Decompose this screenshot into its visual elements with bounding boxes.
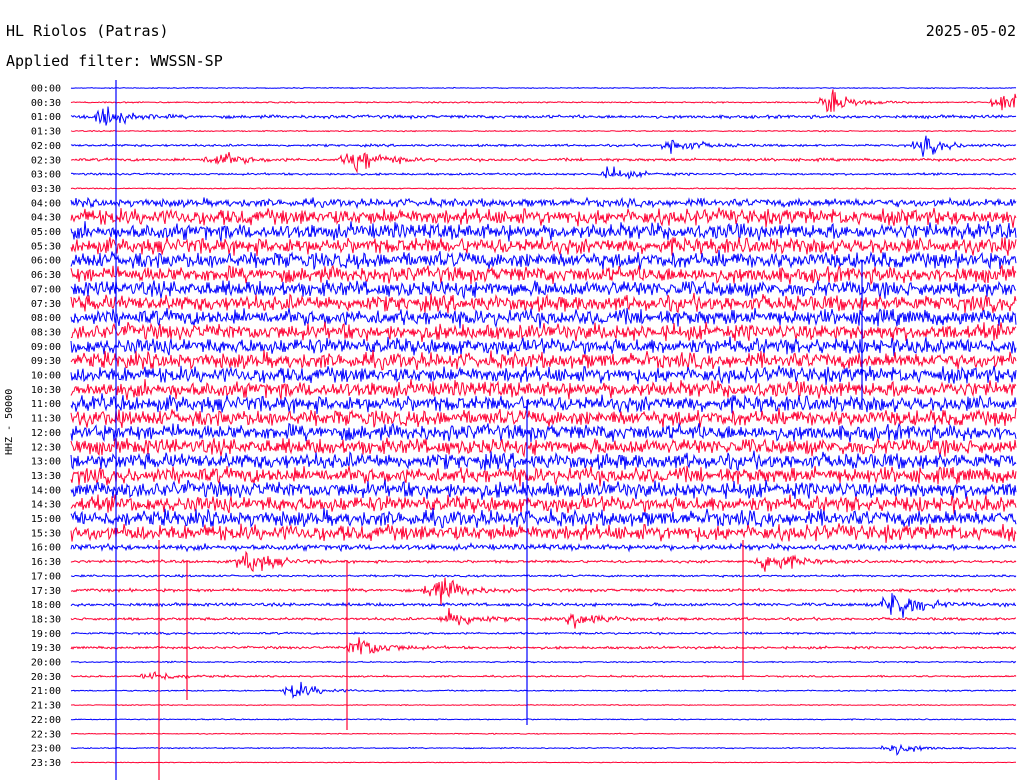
time-label: 06:30: [31, 270, 61, 281]
trace-line: [70, 523, 1017, 543]
trace-line: [70, 550, 1017, 573]
trace-line: [70, 608, 1017, 629]
trace-line: [70, 263, 1017, 286]
trace-line: [70, 573, 1017, 579]
time-label: 14:00: [31, 485, 61, 496]
trace-line: [70, 507, 1017, 529]
time-label: 18:00: [31, 600, 61, 611]
trace-line: [70, 422, 1017, 444]
time-label: 18:30: [31, 614, 61, 625]
trace-line: [70, 336, 1017, 356]
trace-line: [70, 135, 1017, 157]
time-label: 07:00: [31, 284, 61, 295]
time-label: 22:30: [31, 729, 61, 740]
time-label: 07:30: [31, 299, 61, 310]
time-label: 02:30: [31, 155, 61, 166]
time-label: 20:30: [31, 672, 61, 683]
time-label: 19:30: [31, 643, 61, 654]
time-label: 09:30: [31, 356, 61, 367]
time-label: 01:30: [31, 127, 61, 138]
trace-line: [70, 393, 1017, 415]
time-label: 23:30: [31, 758, 61, 769]
trace-line: [70, 379, 1017, 400]
time-label: 21:30: [31, 701, 61, 712]
trace-line: [70, 660, 1017, 664]
time-label: 20:00: [31, 658, 61, 669]
trace-line: [70, 761, 1016, 764]
trace-line: [70, 681, 1017, 699]
trace-line: [70, 196, 1017, 210]
time-label: 15:00: [31, 514, 61, 525]
trace-line: [70, 365, 1017, 386]
time-label: 14:30: [31, 500, 61, 511]
trace-line: [70, 207, 1017, 228]
trace-line: [70, 279, 1017, 300]
trace-line: [70, 577, 1017, 606]
time-label: 09:00: [31, 342, 61, 353]
time-label: 01:00: [31, 112, 61, 123]
trace-line: [70, 732, 1017, 735]
time-label: 16:00: [31, 543, 61, 554]
time-label: 19:00: [31, 629, 61, 640]
trace-line: [70, 236, 1017, 257]
trace-line: [70, 106, 1017, 126]
time-label: 11:00: [31, 399, 61, 410]
time-label: 04:00: [31, 198, 61, 209]
time-label: 03:30: [31, 184, 61, 195]
time-label: 02:00: [31, 141, 61, 152]
trace-line: [70, 250, 1017, 271]
trace-line: [70, 541, 1017, 553]
time-label: 10:30: [31, 385, 61, 396]
time-label: 08:00: [31, 313, 61, 324]
trace-line: [71, 151, 1017, 174]
trace-line: [70, 593, 1016, 618]
time-label: 00:30: [31, 98, 61, 109]
trace-line: [70, 86, 1017, 90]
time-label: 03:00: [31, 170, 61, 181]
trace-line: [70, 129, 1017, 133]
time-label: 21:00: [31, 686, 61, 697]
trace-line: [70, 494, 1017, 514]
trace-line: [70, 187, 1017, 190]
trace-line: [70, 465, 1017, 487]
time-label: 10:00: [31, 371, 61, 382]
time-label: 08:30: [31, 327, 61, 338]
trace-line: [70, 166, 1017, 180]
trace-line: [70, 221, 1017, 242]
time-label: 15:30: [31, 528, 61, 539]
trace-line: [70, 89, 1017, 113]
time-label: 06:00: [31, 256, 61, 267]
time-label: 23:00: [31, 744, 61, 755]
time-label: 13:00: [31, 457, 61, 468]
time-label: 16:30: [31, 557, 61, 568]
trace-line: [70, 718, 1017, 721]
time-label: 22:00: [31, 715, 61, 726]
time-label: 17:00: [31, 571, 61, 582]
time-label: 12:30: [31, 442, 61, 453]
trace-line: [70, 671, 1017, 681]
trace-line: [70, 292, 1017, 314]
time-label: 13:30: [31, 471, 61, 482]
trace-line: [70, 450, 1017, 472]
trace-line: [70, 321, 1017, 342]
time-label: 17:30: [31, 586, 61, 597]
trace-line: [71, 703, 1017, 707]
trace-line: [70, 743, 1017, 756]
time-label: 11:30: [31, 414, 61, 425]
time-label: 04:30: [31, 213, 61, 224]
helicorder-plot: 00:00 00:30 01:00 01:30 02:00 02:30 03:00 03:30…: [31, 80, 1017, 780]
time-label: 05:30: [31, 241, 61, 252]
trace-line: [70, 436, 1017, 458]
time-label: 12:00: [31, 428, 61, 439]
time-label: 05:00: [31, 227, 61, 238]
trace-line: [70, 637, 1017, 655]
trace-line: [70, 631, 1017, 636]
time-label: 00:00: [31, 84, 61, 95]
